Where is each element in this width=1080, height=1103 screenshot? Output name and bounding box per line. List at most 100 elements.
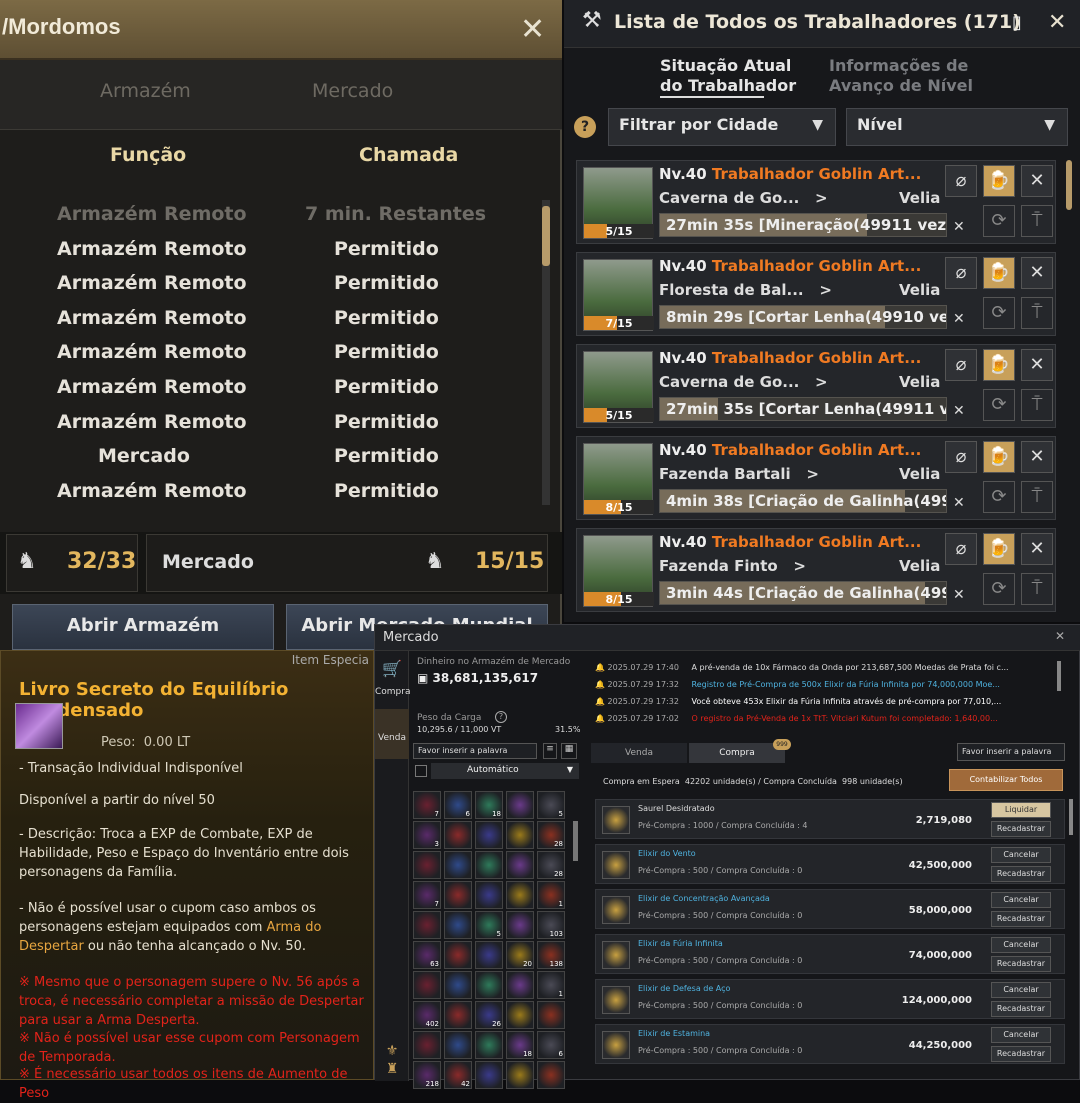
inventory-slot[interactable] <box>444 851 472 879</box>
tab-armazem[interactable]: Armazém <box>100 80 191 102</box>
inventory-slot[interactable] <box>537 1061 565 1089</box>
log-scroll-thumb[interactable] <box>1057 661 1061 691</box>
inventory-slot[interactable]: 18 <box>506 1031 534 1059</box>
upgrade-icon[interactable]: ⍑ <box>1021 573 1053 605</box>
inventory-slot[interactable]: 6 <box>537 1031 565 1059</box>
inventory-slot[interactable] <box>506 1061 534 1089</box>
butler-function[interactable]: Armazém Remoto <box>57 272 247 294</box>
auto-checkbox[interactable] <box>415 765 427 777</box>
inventory-slot[interactable] <box>413 971 441 999</box>
inventory-slot[interactable] <box>413 911 441 939</box>
worker-card[interactable]: 8/15 Nv.40 Trabalhador Goblin Art... Fazen… <box>576 436 1056 520</box>
upgrade-icon[interactable]: ⍑ <box>1021 205 1053 237</box>
inventory-slot[interactable]: 42 <box>444 1061 472 1089</box>
relist-button[interactable]: Recadastrar <box>991 866 1051 882</box>
inventory-slot[interactable] <box>475 941 503 969</box>
repeat-icon[interactable]: ⟳ <box>983 573 1015 605</box>
order-action-button[interactable]: Liquidar <box>991 802 1051 818</box>
list-view-icon[interactable]: ≡ <box>543 743 557 759</box>
inventory-slot[interactable] <box>475 1031 503 1059</box>
inventory-slot[interactable]: 7 <box>413 881 441 909</box>
cancel-job-icon[interactable]: ✕ <box>953 587 965 603</box>
no-energy-icon[interactable]: ⌀ <box>945 165 977 197</box>
inventory-slot[interactable] <box>506 911 534 939</box>
beer-icon[interactable]: 🍺 <box>983 533 1015 565</box>
butler-function[interactable]: Armazém Remoto <box>57 480 247 502</box>
scroll-thumb[interactable] <box>1066 160 1072 210</box>
inventory-slot[interactable]: 28 <box>537 821 565 849</box>
inventory-slot[interactable]: 28 <box>537 851 565 879</box>
worker-card[interactable]: 7/15 Nv.40 Trabalhador Goblin Art... Flore… <box>576 252 1056 336</box>
beer-icon[interactable]: 🍺 <box>983 349 1015 381</box>
inventory-slot[interactable] <box>444 941 472 969</box>
bag-icon[interactable]: ♜ <box>375 1061 409 1077</box>
inventory-slot[interactable]: 5 <box>475 911 503 939</box>
inventory-slot[interactable]: 1 <box>537 881 565 909</box>
worker-card[interactable]: 5/15 Nv.40 Trabalhador Goblin Art... Caver… <box>576 344 1056 428</box>
no-energy-icon[interactable]: ⌀ <box>945 349 977 381</box>
inventory-slot[interactable] <box>413 851 441 879</box>
inventory-slot[interactable] <box>506 791 534 819</box>
inventory-slot[interactable] <box>444 971 472 999</box>
repeat-icon[interactable]: ⟳ <box>983 205 1015 237</box>
help-icon[interactable]: ? <box>574 116 596 138</box>
tab-buy[interactable]: Compra <box>689 743 785 763</box>
item-search-input[interactable]: Favor inserir a palavra <box>413 743 537 759</box>
relist-button[interactable]: Recadastrar <box>991 911 1051 927</box>
inventory-slot[interactable] <box>475 881 503 909</box>
inventory-slot[interactable]: 3 <box>413 821 441 849</box>
inventory-slot[interactable] <box>444 1001 472 1029</box>
butler-function[interactable]: Armazém Remoto <box>57 238 247 260</box>
inventory-slot[interactable]: 5 <box>537 791 565 819</box>
close-icon[interactable]: ✕ <box>1055 629 1065 643</box>
inventory-slot[interactable] <box>506 821 534 849</box>
inventory-slot[interactable] <box>506 1001 534 1029</box>
city-filter-select[interactable]: Filtrar por Cidade ▼ <box>608 108 836 146</box>
no-energy-icon[interactable]: ⌀ <box>945 533 977 565</box>
relist-button[interactable]: Recadastrar <box>991 1046 1051 1062</box>
inventory-slot[interactable] <box>475 851 503 879</box>
sidebar-sell[interactable]: Venda <box>375 709 409 759</box>
close-icon[interactable]: ✕ <box>520 15 545 45</box>
inventory-slot[interactable] <box>444 821 472 849</box>
butler-function[interactable]: Armazém Remoto <box>57 203 247 225</box>
relist-button[interactable]: Recadastrar <box>991 1001 1051 1017</box>
cancel-job-icon[interactable]: ✕ <box>953 311 965 327</box>
inventory-slot[interactable] <box>444 881 472 909</box>
beer-icon[interactable]: 🍺 <box>983 257 1015 289</box>
tab-status[interactable]: Situação Atual do Trabalhador <box>660 56 800 96</box>
pin-icon[interactable]: ⚜ <box>375 1043 409 1059</box>
order-action-button[interactable]: Cancelar <box>991 937 1051 953</box>
tab-mercado[interactable]: Mercado <box>312 80 393 102</box>
inventory-slot[interactable]: 63 <box>413 941 441 969</box>
help-icon[interactable]: ? <box>495 711 507 723</box>
scrollbar[interactable] <box>542 200 550 505</box>
order-action-button[interactable]: Cancelar <box>991 982 1051 998</box>
order-search-input[interactable]: Favor inserir a palavra <box>957 743 1065 761</box>
auto-select[interactable]: Automático ▼ <box>431 763 579 779</box>
fire-worker-icon[interactable]: ✕ <box>1021 349 1053 381</box>
beer-icon[interactable]: 🍺 <box>983 441 1015 473</box>
level-filter-select[interactable]: Nível ▼ <box>846 108 1068 146</box>
cart-icon[interactable]: 🛒 <box>375 659 409 678</box>
tab-sell[interactable]: Venda <box>591 743 687 763</box>
settle-all-button[interactable]: Contabilizar Todos <box>949 769 1063 791</box>
order-action-button[interactable]: Cancelar <box>991 847 1051 863</box>
inventory-slot[interactable] <box>413 1031 441 1059</box>
inventory-slot[interactable]: 402 <box>413 1001 441 1029</box>
butler-function[interactable]: Mercado <box>98 445 190 467</box>
inventory-slot[interactable] <box>506 851 534 879</box>
tab-level-info[interactable]: Informações de Avanço de Nível <box>829 56 1019 96</box>
inventory-slot[interactable]: 218 <box>413 1061 441 1089</box>
order-action-button[interactable]: Cancelar <box>991 1027 1051 1043</box>
fire-worker-icon[interactable]: ✕ <box>1021 165 1053 197</box>
open-storage-button[interactable]: Abrir Armazém <box>12 604 274 650</box>
inventory-slot[interactable]: 20 <box>506 941 534 969</box>
butler-function[interactable]: Armazém Remoto <box>57 307 247 329</box>
butler-function[interactable]: Armazém Remoto <box>57 341 247 363</box>
inventory-slot[interactable] <box>506 881 534 909</box>
grid-view-icon[interactable]: ▦ <box>561 743 577 759</box>
sidebar-buy[interactable]: Compra <box>375 687 411 697</box>
inventory-slot[interactable]: 18 <box>475 791 503 819</box>
fire-worker-icon[interactable]: ✕ <box>1021 441 1053 473</box>
